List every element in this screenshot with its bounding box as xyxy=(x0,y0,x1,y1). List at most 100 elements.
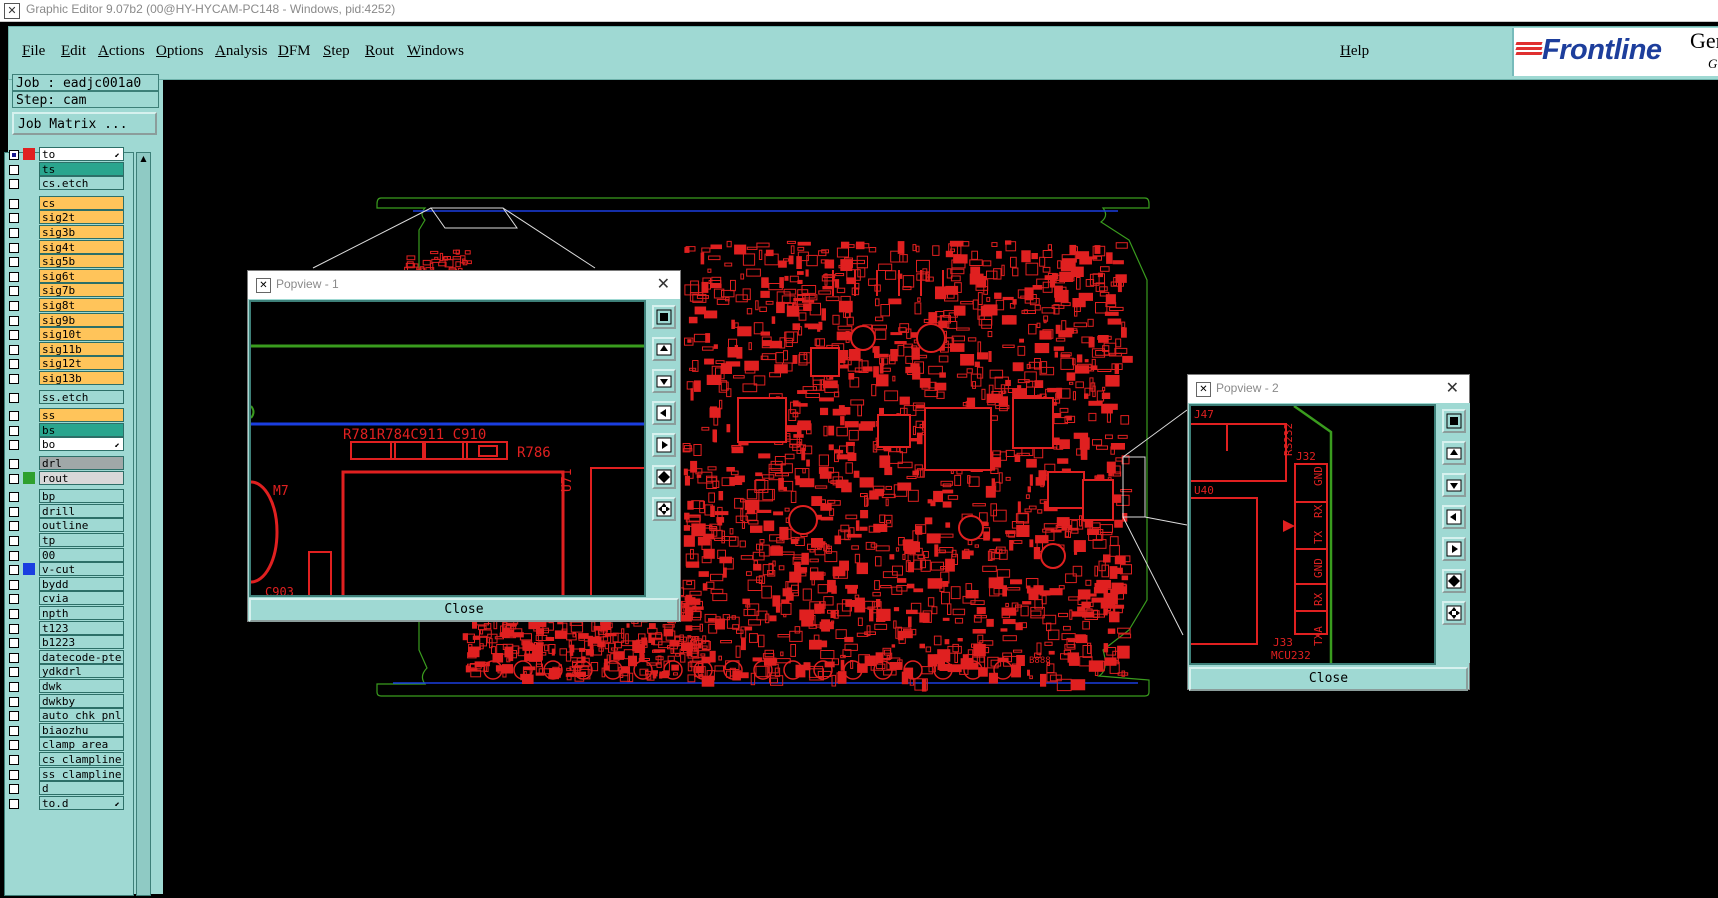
popview-2-viewport[interactable]: J47 RS232 J32 GND RX TX GND RX TXA U40 J… xyxy=(1189,404,1436,665)
layer-checkbox[interactable] xyxy=(9,459,19,469)
layer-checkbox[interactable] xyxy=(9,179,19,190)
zoom-home-button[interactable] xyxy=(1442,569,1466,593)
layer-row-bs[interactable]: bs xyxy=(5,422,133,438)
layer-name[interactable]: sig5b xyxy=(39,254,124,269)
layer-row-sig5b[interactable]: sig5b xyxy=(5,254,133,269)
zoom-all-button[interactable] xyxy=(1442,601,1466,625)
layer-checkbox[interactable] xyxy=(9,301,19,311)
popview-2-close-button[interactable]: Close xyxy=(1189,667,1468,691)
layer-checkbox[interactable] xyxy=(9,784,19,795)
layer-row-t123[interactable]: t123 xyxy=(5,620,133,636)
layer-name[interactable]: clamp_area xyxy=(39,737,124,752)
layer-row-sig7b[interactable]: sig7b xyxy=(5,283,133,298)
menu-windows[interactable]: Windows xyxy=(407,43,464,60)
layer-row-ydkdrl[interactable]: ydkdrl xyxy=(5,664,133,679)
layer-row-ts[interactable]: ts xyxy=(5,161,133,177)
layer-row-biaozhu[interactable]: biaozhu xyxy=(5,722,133,738)
layer-name[interactable]: v-cut xyxy=(39,562,124,577)
layer-checkbox[interactable] xyxy=(9,492,19,503)
menu-arrow-icon[interactable]: ⬋ xyxy=(115,798,120,809)
layer-row-bo[interactable]: bo ⬋ xyxy=(5,437,133,452)
layer-row-cs-clampline[interactable]: cs_clampline xyxy=(5,752,133,767)
layer-row-to-d[interactable]: to.d ⬋ xyxy=(5,795,133,811)
layer-checkbox[interactable] xyxy=(9,536,19,546)
layer-row-sig11b[interactable]: sig11b xyxy=(5,341,133,357)
layer-row-tp[interactable]: tp xyxy=(5,533,133,548)
layer-name[interactable]: drill xyxy=(39,503,124,518)
layer-name[interactable]: sig10t xyxy=(39,327,124,342)
pan-left-button[interactable] xyxy=(1442,505,1466,529)
layer-name[interactable]: ydkdrl xyxy=(39,664,124,679)
layer-row-v-cut[interactable]: v-cut xyxy=(5,562,133,577)
layer-row-d[interactable]: d xyxy=(5,781,133,796)
layer-name[interactable]: drl xyxy=(39,456,124,470)
popview-1-close-button[interactable]: Close xyxy=(249,598,679,622)
layer-row-sig10t[interactable]: sig10t xyxy=(5,327,133,342)
layer-name[interactable]: d xyxy=(39,781,124,796)
scroll-up-icon[interactable]: ▲ xyxy=(137,153,150,165)
layer-name[interactable]: bydd xyxy=(39,576,124,591)
layer-name[interactable]: biaozhu xyxy=(39,722,124,737)
layer-row-npth[interactable]: npth xyxy=(5,606,133,621)
layer-name[interactable]: datecode-pte xyxy=(39,649,124,664)
menu-analysis[interactable]: Analysis xyxy=(215,43,268,60)
layer-name[interactable]: sig6t xyxy=(39,268,124,283)
layer-name[interactable]: tp xyxy=(39,533,124,547)
layer-row-ss[interactable]: ss xyxy=(5,408,133,423)
job-matrix-button[interactable]: Job Matrix ... xyxy=(12,112,157,135)
layer-name[interactable]: sig4t xyxy=(39,239,124,254)
layer-row-clamp-area[interactable]: clamp_area xyxy=(5,737,133,752)
pan-left-button[interactable] xyxy=(652,401,676,425)
layer-name[interactable]: sig13b xyxy=(39,371,124,385)
layer-checkbox[interactable] xyxy=(9,667,19,678)
layer-checkbox[interactable] xyxy=(9,271,19,282)
layer-row-outline[interactable]: outline xyxy=(5,518,133,533)
popview-1-titlebar[interactable]: ✕ Popview - 1 ✕ xyxy=(248,271,680,299)
layer-name[interactable]: dwkby xyxy=(39,693,124,708)
layer-checkbox[interactable] xyxy=(9,164,19,175)
layer-row-b1223[interactable]: b1223 xyxy=(5,635,133,650)
layer-name[interactable]: ts xyxy=(39,161,124,176)
layer-name[interactable]: npth xyxy=(39,606,124,620)
layer-name[interactable]: sig2t xyxy=(39,210,124,225)
layer-row-sig3b[interactable]: sig3b xyxy=(5,225,133,240)
layer-checkbox[interactable] xyxy=(9,521,19,532)
layer-checkbox[interactable] xyxy=(9,638,19,649)
layer-name[interactable]: sig7b xyxy=(39,283,124,298)
layer-checkbox[interactable] xyxy=(9,374,19,384)
layer-name[interactable]: 00 xyxy=(39,547,124,562)
menu-arrow-icon[interactable]: ⬋ xyxy=(115,149,120,160)
layer-checkbox[interactable] xyxy=(9,228,19,238)
layer-color-swatch[interactable] xyxy=(23,148,35,160)
layer-name[interactable]: t123 xyxy=(39,620,124,635)
zoom-all-button[interactable] xyxy=(652,497,676,521)
layer-checkbox[interactable] xyxy=(9,330,19,341)
zoom-out-button[interactable] xyxy=(1442,473,1466,497)
layer-checkbox[interactable] xyxy=(9,315,19,326)
layer-row-drill[interactable]: drill xyxy=(5,503,133,519)
layer-row-sig12t[interactable]: sig12t xyxy=(5,356,133,371)
layer-name[interactable]: sig3b xyxy=(39,225,124,239)
layer-checkbox[interactable] xyxy=(9,440,19,451)
layer-row-cs[interactable]: cs xyxy=(5,195,133,211)
layer-name[interactable]: cs_clampline xyxy=(39,752,124,766)
layer-name[interactable]: sig8t xyxy=(39,298,124,312)
menu-dfm[interactable]: DFM xyxy=(278,43,311,60)
layer-checkbox[interactable] xyxy=(9,696,19,707)
layer-row-00[interactable]: 00 xyxy=(5,547,133,563)
layer-row-sig8t[interactable]: sig8t xyxy=(5,298,133,313)
layer-name[interactable]: cs xyxy=(39,195,124,210)
menu-actions[interactable]: Actions xyxy=(98,43,145,60)
layer-row-dwkby[interactable]: dwkby xyxy=(5,693,133,709)
layer-name[interactable]: outline xyxy=(39,518,124,533)
layer-row-sig4t[interactable]: sig4t xyxy=(5,239,133,255)
layer-checkbox[interactable] xyxy=(9,609,19,619)
layer-row-sig9b[interactable]: sig9b xyxy=(5,312,133,328)
layer-color-swatch[interactable] xyxy=(23,471,35,484)
zoom-fit-button[interactable] xyxy=(652,305,676,329)
popview-1-viewport[interactable]: R781R784C911 C910 R786 U71 M7 C903 xyxy=(249,300,646,597)
layer-name[interactable]: bp xyxy=(39,489,124,504)
layer-row-cs-etch[interactable]: cs.etch xyxy=(5,176,133,191)
layer-name[interactable]: bs xyxy=(39,422,124,437)
zoom-in-button[interactable] xyxy=(1442,441,1466,465)
